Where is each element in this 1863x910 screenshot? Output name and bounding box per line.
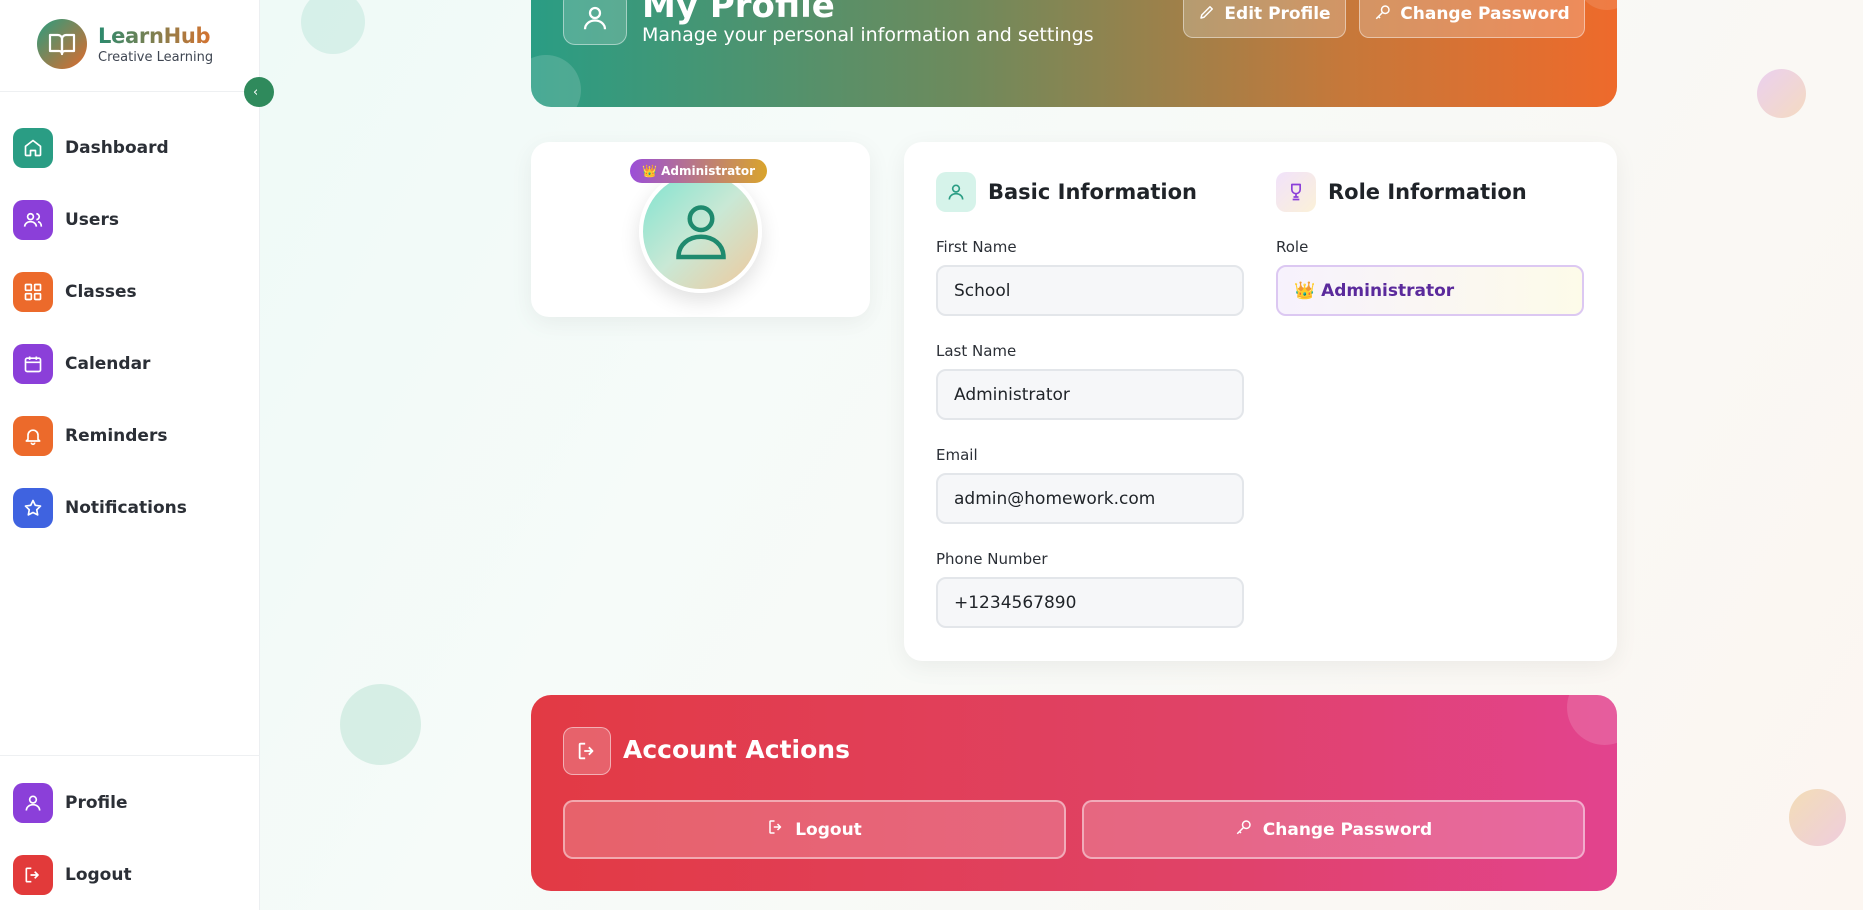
sidebar-item-label: Profile (65, 793, 128, 813)
profile-info-card: Basic Information Role Information First… (904, 142, 1617, 661)
decor-circle (301, 0, 365, 54)
logout-icon (767, 818, 785, 841)
key-icon (1235, 818, 1253, 841)
phone-field[interactable]: +1234567890 (936, 577, 1244, 628)
sidebar-item-classes[interactable]: Classes (13, 272, 137, 312)
role-badge: 👑 Administrator (630, 159, 768, 183)
sidebar-item-label: Reminders (65, 426, 168, 446)
section-title: Account Actions (623, 735, 850, 764)
decor-circle (1789, 789, 1846, 846)
avatar[interactable] (639, 170, 762, 293)
sidebar-item-label: Dashboard (65, 138, 169, 158)
role-info-heading: Role Information (1276, 172, 1527, 212)
brand-title: LearnHub (98, 24, 213, 48)
sidebar-item-dashboard[interactable]: Dashboard (13, 128, 169, 168)
star-icon (13, 488, 53, 528)
logout-icon (563, 727, 611, 775)
edit-profile-button[interactable]: Edit Profile (1183, 0, 1346, 38)
sidebar-item-label: Notifications (65, 498, 187, 518)
bell-icon (13, 416, 53, 456)
users-icon (13, 200, 53, 240)
section-title: Role Information (1328, 180, 1527, 204)
account-actions-card: Account Actions Logout Change Password (531, 695, 1617, 891)
grid-icon (13, 272, 53, 312)
logout-icon (13, 855, 53, 895)
sidebar-item-label: Logout (65, 865, 132, 885)
section-title: Basic Information (988, 180, 1197, 204)
profile-header: My Profile Manage your personal informat… (531, 0, 1617, 107)
last-name-label: Last Name (936, 342, 1017, 360)
sidebar-item-profile[interactable]: Profile (13, 783, 127, 823)
user-icon (13, 783, 53, 823)
page-subtitle: Manage your personal information and set… (642, 24, 1094, 46)
divider (0, 755, 260, 756)
sidebar-item-notifications[interactable]: Notifications (13, 488, 187, 528)
decor-circle (340, 684, 421, 765)
basic-info-heading: Basic Information (936, 172, 1197, 212)
email-field[interactable]: admin@homework.com (936, 473, 1244, 524)
avatar-card: 👑 Administrator (531, 142, 870, 317)
decor-circle (1567, 695, 1617, 745)
decor-circle (531, 55, 581, 107)
sidebar-item-label: Users (65, 210, 119, 230)
change-password-button[interactable]: Change Password (1359, 0, 1585, 38)
role-label: Role (1276, 238, 1309, 256)
sidebar: LearnHub Creative Learning Dashboard Use… (0, 0, 260, 910)
home-icon (13, 128, 53, 168)
decor-circle (1757, 69, 1806, 118)
calendar-icon (13, 344, 53, 384)
first-name-label: First Name (936, 238, 1017, 256)
user-icon (936, 172, 976, 212)
role-field: 👑 Administrator (1276, 265, 1584, 316)
divider (0, 91, 260, 92)
user-icon (563, 0, 627, 45)
trophy-icon (1276, 172, 1316, 212)
first-name-field[interactable]: School (936, 265, 1244, 316)
change-password-label: Change Password (1400, 4, 1570, 24)
logout-label: Logout (795, 819, 862, 840)
sidebar-item-label: Classes (65, 282, 137, 302)
logout-button[interactable]: Logout (563, 800, 1066, 859)
key-icon (1374, 3, 1392, 26)
sidebar-item-label: Calendar (65, 354, 151, 374)
brand[interactable]: LearnHub Creative Learning (37, 19, 213, 69)
pencil-icon (1198, 3, 1216, 26)
sidebar-item-logout[interactable]: Logout (13, 855, 132, 895)
page-title: My Profile (642, 0, 835, 26)
brand-subtitle: Creative Learning (98, 49, 214, 65)
change-password-label: Change Password (1262, 819, 1433, 840)
book-icon (37, 19, 87, 69)
collapse-sidebar-button[interactable]: ‹ (244, 77, 274, 107)
change-password-button[interactable]: Change Password (1082, 800, 1585, 859)
chevron-left-icon: ‹ (253, 84, 259, 100)
email-label: Email (936, 446, 978, 464)
sidebar-item-reminders[interactable]: Reminders (13, 416, 167, 456)
edit-profile-label: Edit Profile (1224, 4, 1331, 24)
last-name-field[interactable]: Administrator (936, 369, 1244, 420)
sidebar-item-users[interactable]: Users (13, 200, 119, 240)
user-icon (674, 200, 728, 264)
phone-label: Phone Number (936, 550, 1048, 568)
sidebar-item-calendar[interactable]: Calendar (13, 344, 150, 384)
